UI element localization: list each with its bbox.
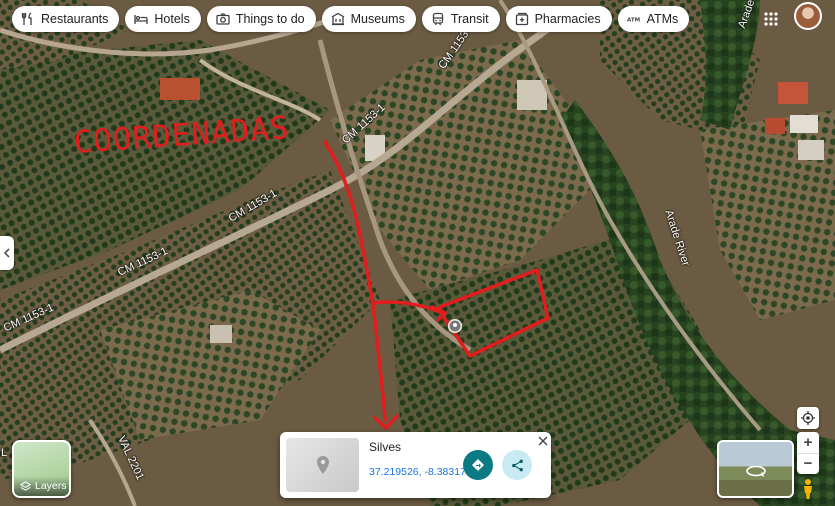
place-title: Silves (369, 440, 402, 454)
chip-museums[interactable]: Museums (321, 6, 416, 32)
chip-transit[interactable]: Transit (421, 6, 500, 32)
coordinates-text[interactable]: 37.219526, -8.383174 (369, 466, 472, 478)
rotate-360-icon (746, 465, 766, 477)
chip-pharmacies[interactable]: Pharmacies (505, 6, 612, 32)
directions-icon (472, 459, 484, 471)
chip-label: Pharmacies (534, 12, 601, 26)
share-button[interactable] (502, 450, 532, 480)
my-location-button[interactable] (797, 407, 819, 429)
chip-label: Museums (350, 12, 405, 26)
chip-hotels[interactable]: Hotels (125, 6, 201, 32)
chevron-left-icon (3, 248, 10, 258)
directions-button[interactable] (463, 450, 493, 480)
place-thumbnail[interactable] (286, 438, 359, 492)
layers-button[interactable]: Layers (12, 440, 71, 498)
place-pin-icon (448, 319, 462, 333)
chip-label: ATMs (646, 12, 679, 26)
share-icon (511, 459, 523, 471)
chip-label: Restaurants (41, 12, 109, 26)
chip-atms[interactable]: ATM ATMs (617, 6, 690, 32)
chip-label: Transit (450, 12, 489, 26)
chip-things-to-do[interactable]: Things to do (206, 6, 316, 32)
museum-icon (331, 12, 344, 26)
category-chips: Restaurants Hotels Things to do Museums … (12, 6, 690, 32)
zoom-controls: + − (797, 432, 819, 474)
layers-label: Layers (35, 480, 67, 492)
apps-grid-icon[interactable] (758, 6, 784, 32)
pegman-icon[interactable] (801, 478, 815, 500)
pharmacy-icon (515, 12, 528, 26)
satellite-map[interactable] (0, 0, 835, 506)
chip-label: Things to do (235, 12, 305, 26)
zoom-in-button[interactable]: + (797, 432, 819, 454)
layers-icon (20, 480, 31, 491)
avatar[interactable] (794, 2, 822, 30)
map-pin-icon (316, 456, 329, 474)
zoom-out-button[interactable]: − (797, 454, 819, 475)
svg-text:ATM: ATM (627, 18, 640, 24)
crosshair-icon (801, 411, 815, 425)
close-icon[interactable] (537, 435, 549, 447)
place-info-card[interactable]: Silves 37.219526, -8.383174 (280, 432, 551, 498)
hotel-icon (134, 15, 149, 24)
restaurant-icon (21, 12, 32, 25)
chip-label: Hotels (154, 12, 190, 26)
street-view-preview[interactable] (717, 440, 794, 498)
camera-icon (216, 13, 230, 25)
road-label: L (1, 447, 8, 459)
transit-icon (432, 12, 443, 26)
atm-icon: ATM (627, 18, 640, 24)
chip-restaurants[interactable]: Restaurants (12, 6, 120, 32)
collapse-panel-button[interactable] (0, 236, 14, 270)
